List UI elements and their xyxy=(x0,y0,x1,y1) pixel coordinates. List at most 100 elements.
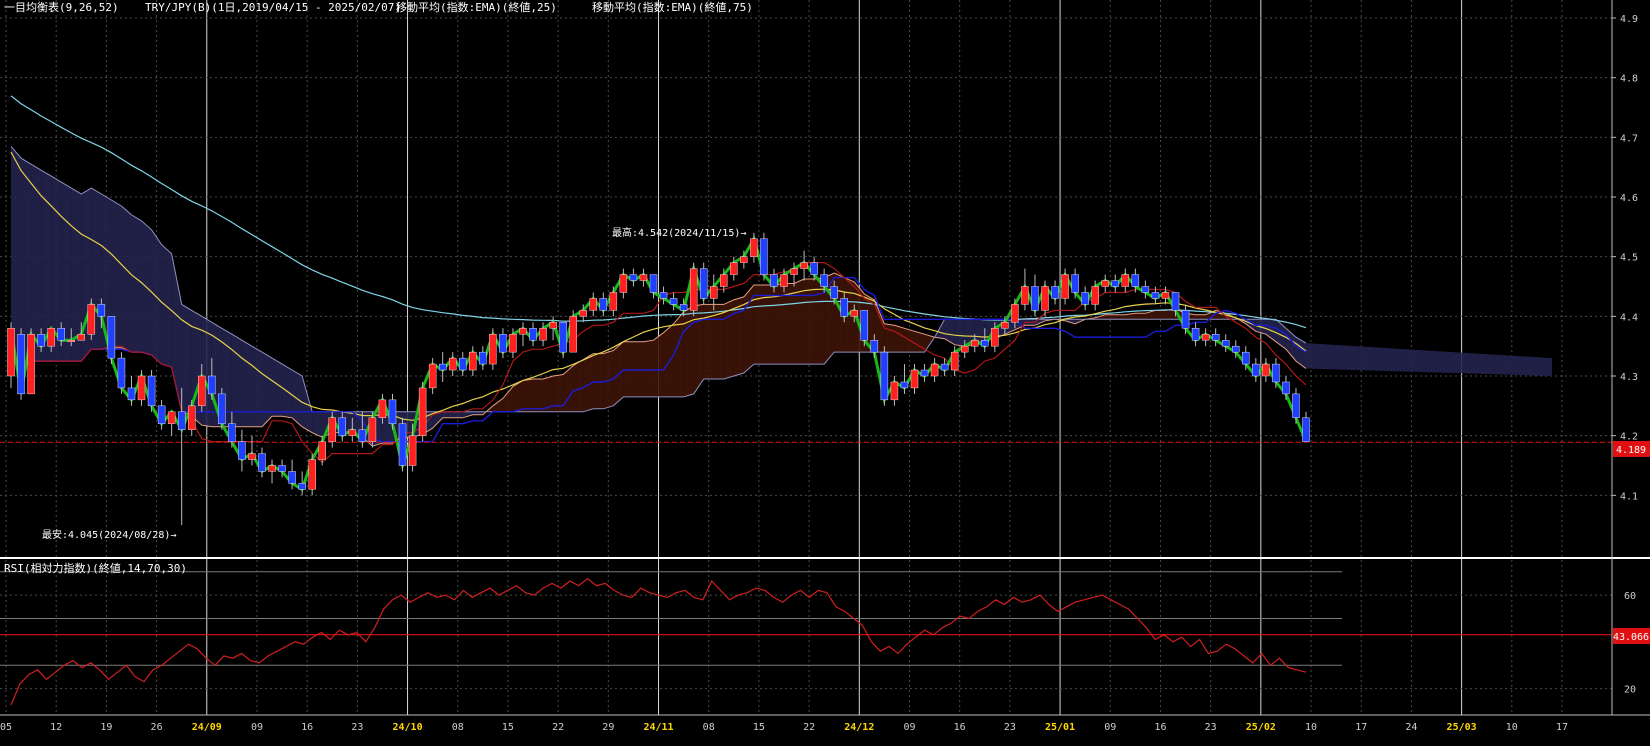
cloud-segment xyxy=(251,346,262,427)
candle-body xyxy=(820,274,828,287)
candle-body xyxy=(1181,310,1190,329)
candle-body xyxy=(348,429,357,436)
cloud-segment xyxy=(643,340,654,397)
cloud-segment xyxy=(442,411,453,418)
candle-body xyxy=(47,328,55,347)
date-tick-label: 09 xyxy=(1104,722,1116,733)
date-tick-label: 22 xyxy=(552,722,564,733)
candle-body xyxy=(449,357,457,371)
candle-body xyxy=(1151,292,1160,299)
date-tick-label: 10 xyxy=(1506,722,1518,733)
date-tick-label: 23 xyxy=(1205,722,1217,733)
price-tick-label: 4.4 xyxy=(1620,312,1638,323)
date-tick-label: 25/02 xyxy=(1246,722,1276,733)
cloud-segment xyxy=(954,319,965,347)
date-tick-label: 24/11 xyxy=(643,722,673,733)
candle-body xyxy=(830,286,838,299)
candle-body xyxy=(17,334,25,395)
candle-body xyxy=(37,334,45,347)
candle-body xyxy=(1061,274,1069,299)
candle-body xyxy=(328,417,336,442)
candle-body xyxy=(228,423,236,442)
candle-body xyxy=(850,310,858,317)
cloud-segment xyxy=(573,359,584,412)
candle-body xyxy=(960,345,969,353)
candle-body xyxy=(679,304,688,311)
candle-body xyxy=(137,375,146,401)
candle-body xyxy=(971,340,979,347)
last-rsi-label: 43.066 xyxy=(1613,632,1649,643)
date-tick-label: 05 xyxy=(0,722,12,733)
candle-body xyxy=(1111,280,1119,287)
candle-body xyxy=(589,298,597,311)
candle-body xyxy=(358,429,367,442)
candle-body xyxy=(1161,292,1170,299)
candle-body xyxy=(710,286,718,299)
candle-body xyxy=(77,334,86,341)
last-price-label: 4.189 xyxy=(1616,445,1646,456)
candle-body xyxy=(509,334,517,353)
candle-body xyxy=(298,483,306,490)
candle-body xyxy=(649,274,658,293)
candle-body xyxy=(669,298,678,305)
candle-body xyxy=(1272,363,1280,383)
date-tick-label: 09 xyxy=(251,722,263,733)
candle-body xyxy=(860,310,869,341)
candle-body xyxy=(1081,292,1089,305)
annotation-low: 最安:4.045(2024/08/28)→ xyxy=(42,528,176,541)
candle-body xyxy=(499,334,507,353)
date-tick-label: 25/03 xyxy=(1447,722,1477,733)
candle-body xyxy=(810,262,818,275)
candle-body xyxy=(1011,304,1019,323)
candle-body xyxy=(1302,417,1310,442)
candle-body xyxy=(97,304,106,317)
candle-body xyxy=(981,340,989,347)
candle-body xyxy=(147,375,156,407)
candle-body xyxy=(1001,322,1009,329)
candle-body xyxy=(459,357,467,371)
cloud-segment xyxy=(452,411,463,418)
cloud-segment xyxy=(1135,313,1146,320)
candle-body xyxy=(720,274,728,287)
candle-body xyxy=(238,441,246,460)
candle-body xyxy=(659,292,668,299)
candle-body xyxy=(388,399,397,424)
cloud-segment xyxy=(231,334,242,427)
cloud-segment xyxy=(804,279,815,365)
date-tick-label: 23 xyxy=(1004,722,1016,733)
candle-body xyxy=(1201,334,1210,341)
date-tick-label: 12 xyxy=(50,722,62,733)
cloud-segment xyxy=(533,378,544,412)
candle-body xyxy=(288,471,296,484)
candle-body xyxy=(1131,274,1140,287)
cloud-segment xyxy=(261,352,273,427)
date-tick-label: 16 xyxy=(1154,722,1166,733)
candle-body xyxy=(730,262,738,275)
candle-body xyxy=(750,238,758,257)
date-tick-label: 29 xyxy=(602,722,614,733)
cloud-segment xyxy=(1195,314,1206,320)
candle-body xyxy=(740,256,748,263)
candle-body xyxy=(398,423,407,466)
date-tick-label: 25/01 xyxy=(1045,722,1075,733)
date-tick-label: 23 xyxy=(351,722,363,733)
candle-body xyxy=(780,274,788,287)
candle-body xyxy=(991,328,999,347)
date-tick-label: 17 xyxy=(1355,722,1367,733)
rsi-tick-label: 20 xyxy=(1624,685,1636,696)
candle-body xyxy=(1021,286,1029,305)
date-tick-label: 24/10 xyxy=(392,722,422,733)
candle-body xyxy=(1232,345,1240,353)
candle-body xyxy=(258,453,266,472)
candle-body xyxy=(1091,286,1099,305)
rsi-label: RSI(相対力指数)(終値,14,70,30) xyxy=(4,561,187,575)
candle-body xyxy=(1211,334,1220,341)
date-tick-label: 17 xyxy=(1556,722,1568,733)
candle-body xyxy=(900,381,909,389)
candle-body xyxy=(278,465,286,472)
candle-body xyxy=(1262,363,1270,377)
header-ema75: 移動平均(指数:EMA)(終値,75) xyxy=(592,0,753,14)
candle-body xyxy=(1282,381,1290,395)
candle-body xyxy=(539,328,547,341)
candle-body xyxy=(699,268,708,299)
